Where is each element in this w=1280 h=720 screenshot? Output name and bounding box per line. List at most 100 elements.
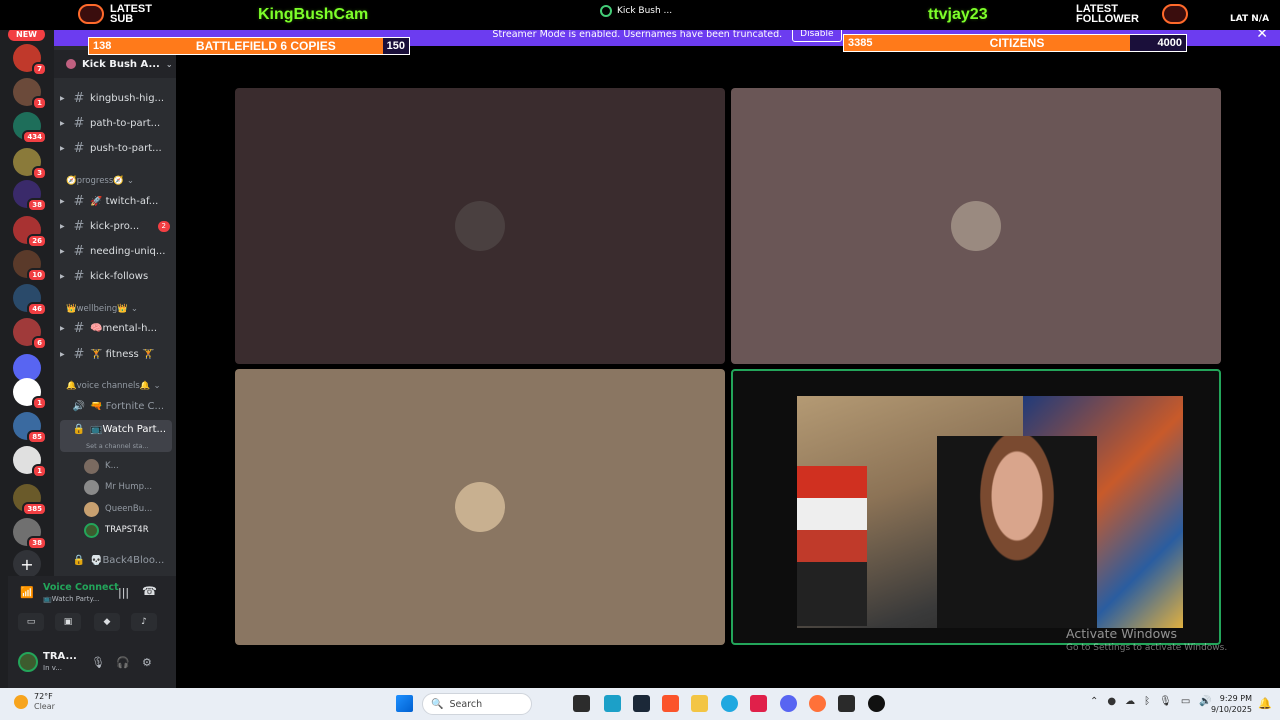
weather-widget[interactable]: 72°F Clear xyxy=(14,692,55,712)
channel-item[interactable]: ▶ # 🚀 twitch-af... xyxy=(60,190,172,212)
soundboard-icon: ♪ xyxy=(141,617,147,627)
chevron-down-icon: ⌄ xyxy=(165,59,173,69)
weather-condition: Clear xyxy=(34,702,55,711)
channel-item[interactable]: ▶ # kingbush-hig... xyxy=(60,87,172,109)
windows-start-icon[interactable] xyxy=(396,695,413,712)
brave-icon[interactable] xyxy=(662,695,679,712)
activate-windows-subtitle: Go to Settings to activate Windows. xyxy=(1066,643,1228,653)
user-avatar[interactable] xyxy=(18,652,38,672)
lock-icon: 🔒 xyxy=(72,554,86,566)
participant-tile-video-speaking[interactable] xyxy=(731,369,1221,645)
channel-item[interactable]: ▶ # kick-pro... 2 xyxy=(60,215,172,237)
channel-item[interactable]: ▶ # kick-follows xyxy=(60,265,172,287)
category-voice[interactable]: 🔔voice channels🔔 ⌄ xyxy=(66,381,161,391)
steam-tray-icon[interactable]: ● xyxy=(1107,696,1116,707)
bluetooth-icon[interactable]: ᛒ xyxy=(1144,696,1150,707)
cloud-icon[interactable]: ☁ xyxy=(1125,696,1135,707)
goal-current: 138 xyxy=(93,40,112,52)
channel-label: push-to-part... xyxy=(90,142,162,154)
screen-share-icon: ▣ xyxy=(63,617,73,627)
channel-item[interactable]: ▶ # path-to-part... xyxy=(60,112,172,134)
server-icon[interactable]: 6 xyxy=(13,318,47,350)
participant-tile[interactable] xyxy=(731,88,1221,364)
tiktok-icon[interactable] xyxy=(750,695,767,712)
chevron-up-icon[interactable]: ⌃ xyxy=(1090,696,1098,707)
screen: { "overlay": { "latest_sub_label": "LATE… xyxy=(0,0,1280,720)
user-panel: 📶 Voice Connect 📺Watch Party... ||| ☎ ▭ … xyxy=(8,576,176,688)
server-icon[interactable]: 385 xyxy=(13,484,47,516)
collapse-arrow-icon: ▶ xyxy=(60,94,65,102)
clock[interactable]: 9:29 PM 9/10/2025 xyxy=(1206,693,1252,715)
voice-user[interactable]: K... xyxy=(84,457,119,475)
discord-icon[interactable] xyxy=(780,695,797,712)
channel-item[interactable]: ▶ # needing-uniq... xyxy=(60,240,172,262)
server-icon[interactable]: 434 xyxy=(13,112,47,144)
screen-share-button[interactable]: ▣ xyxy=(55,613,81,631)
server-badge: 7 xyxy=(32,62,47,76)
avatar xyxy=(84,522,99,538)
stream-overlay-banner: LATEST SUB KingBushCam Kick Bush ... ttv… xyxy=(0,0,1280,30)
collapse-arrow-icon: ▶ xyxy=(60,272,65,280)
voice-channel-locked[interactable]: 🔒 💀Back4Bloo... xyxy=(60,549,172,571)
server-icon[interactable]: 1 xyxy=(13,378,47,410)
hash-icon: # xyxy=(73,268,85,284)
server-icon[interactable]: 26 xyxy=(13,216,47,248)
server-icon[interactable]: 38 xyxy=(13,180,47,212)
obs-icon[interactable] xyxy=(868,695,885,712)
participant-tile[interactable] xyxy=(235,369,725,645)
category-wellbeing[interactable]: 👑wellbeing👑 ⌄ xyxy=(66,304,138,314)
clock-date: 9/10/2025 xyxy=(1210,705,1252,714)
chevron-down-icon: ⌄ xyxy=(130,304,138,314)
voice-user[interactable]: QueenBu... xyxy=(84,500,152,518)
disconnect-icon[interactable]: ☎ xyxy=(142,584,157,598)
channel-item[interactable]: ▶ # push-to-part... xyxy=(60,137,172,159)
signal-icon: 📶 xyxy=(20,586,34,599)
server-icon[interactable]: 1 xyxy=(13,446,47,478)
server-icon[interactable]: 46 xyxy=(13,284,47,316)
nvidia-icon[interactable] xyxy=(838,695,855,712)
steam-icon[interactable] xyxy=(633,695,650,712)
chevron-down-icon: ⌄ xyxy=(126,176,134,186)
channel-item[interactable]: ▶ # 🧠mental-h... xyxy=(60,317,172,339)
server-badge: 1 xyxy=(32,396,47,410)
voice-user[interactable]: Mr Hump... xyxy=(84,478,152,496)
file-explorer-icon[interactable] xyxy=(691,695,708,712)
streamer-figure xyxy=(937,436,1097,628)
server-icon[interactable]: 38 xyxy=(13,518,47,550)
server-icon[interactable]: 1 xyxy=(13,78,47,110)
heart-icon xyxy=(1162,4,1188,24)
server-icon[interactable]: 85 xyxy=(13,412,47,444)
voice-user[interactable]: TRAPST4R xyxy=(84,521,149,539)
channel-item[interactable]: ▶ # 🏋 fitness 🏋 xyxy=(60,343,172,365)
server-icon[interactable]: 3 xyxy=(13,148,47,180)
category-progress[interactable]: 🧭progress🧭 ⌄ xyxy=(66,176,134,186)
camera-button[interactable]: ▭ xyxy=(18,613,44,631)
voice-channel-link[interactable]: 📺Watch Party... xyxy=(43,595,99,603)
task-view-icon[interactable] xyxy=(573,695,590,712)
add-server-button[interactable]: + xyxy=(13,550,41,578)
server-badge: 1 xyxy=(32,96,47,110)
soundboard-button[interactable]: ♪ xyxy=(131,613,157,631)
collapse-arrow-icon: ▶ xyxy=(60,222,65,230)
notification-bell-icon[interactable]: 🔔 xyxy=(1258,697,1272,710)
participant-tile[interactable] xyxy=(235,88,725,364)
channel-label: path-to-part... xyxy=(90,117,161,129)
notepad-icon[interactable] xyxy=(604,695,621,712)
hash-icon: # xyxy=(73,218,85,234)
channel-status[interactable]: Set a channel sta... xyxy=(86,442,149,450)
noise-suppression-icon[interactable]: ||| xyxy=(118,586,129,599)
gear-icon[interactable]: ⚙ xyxy=(142,656,152,669)
server-icon[interactable]: 10 xyxy=(13,250,47,282)
microphone-tray-icon[interactable]: 🎙 xyxy=(1159,696,1172,707)
firefox-icon[interactable] xyxy=(809,695,826,712)
voice-connected-status[interactable]: Voice Connect xyxy=(43,582,119,593)
search-box[interactable]: 🔍 Search xyxy=(422,693,532,715)
microphone-icon[interactable]: 🎙 xyxy=(91,656,105,669)
activity-button[interactable]: ◆ xyxy=(94,613,120,631)
username[interactable]: TRA... xyxy=(43,651,77,662)
headphones-icon[interactable]: 🎧 xyxy=(116,656,130,669)
network-icon[interactable]: ▭ xyxy=(1181,696,1190,707)
voice-channel-fortnite[interactable]: 🔊 🔫 Fortnite C... xyxy=(60,395,172,417)
server-icon[interactable]: 7 xyxy=(13,44,47,76)
edge-icon[interactable] xyxy=(721,695,738,712)
